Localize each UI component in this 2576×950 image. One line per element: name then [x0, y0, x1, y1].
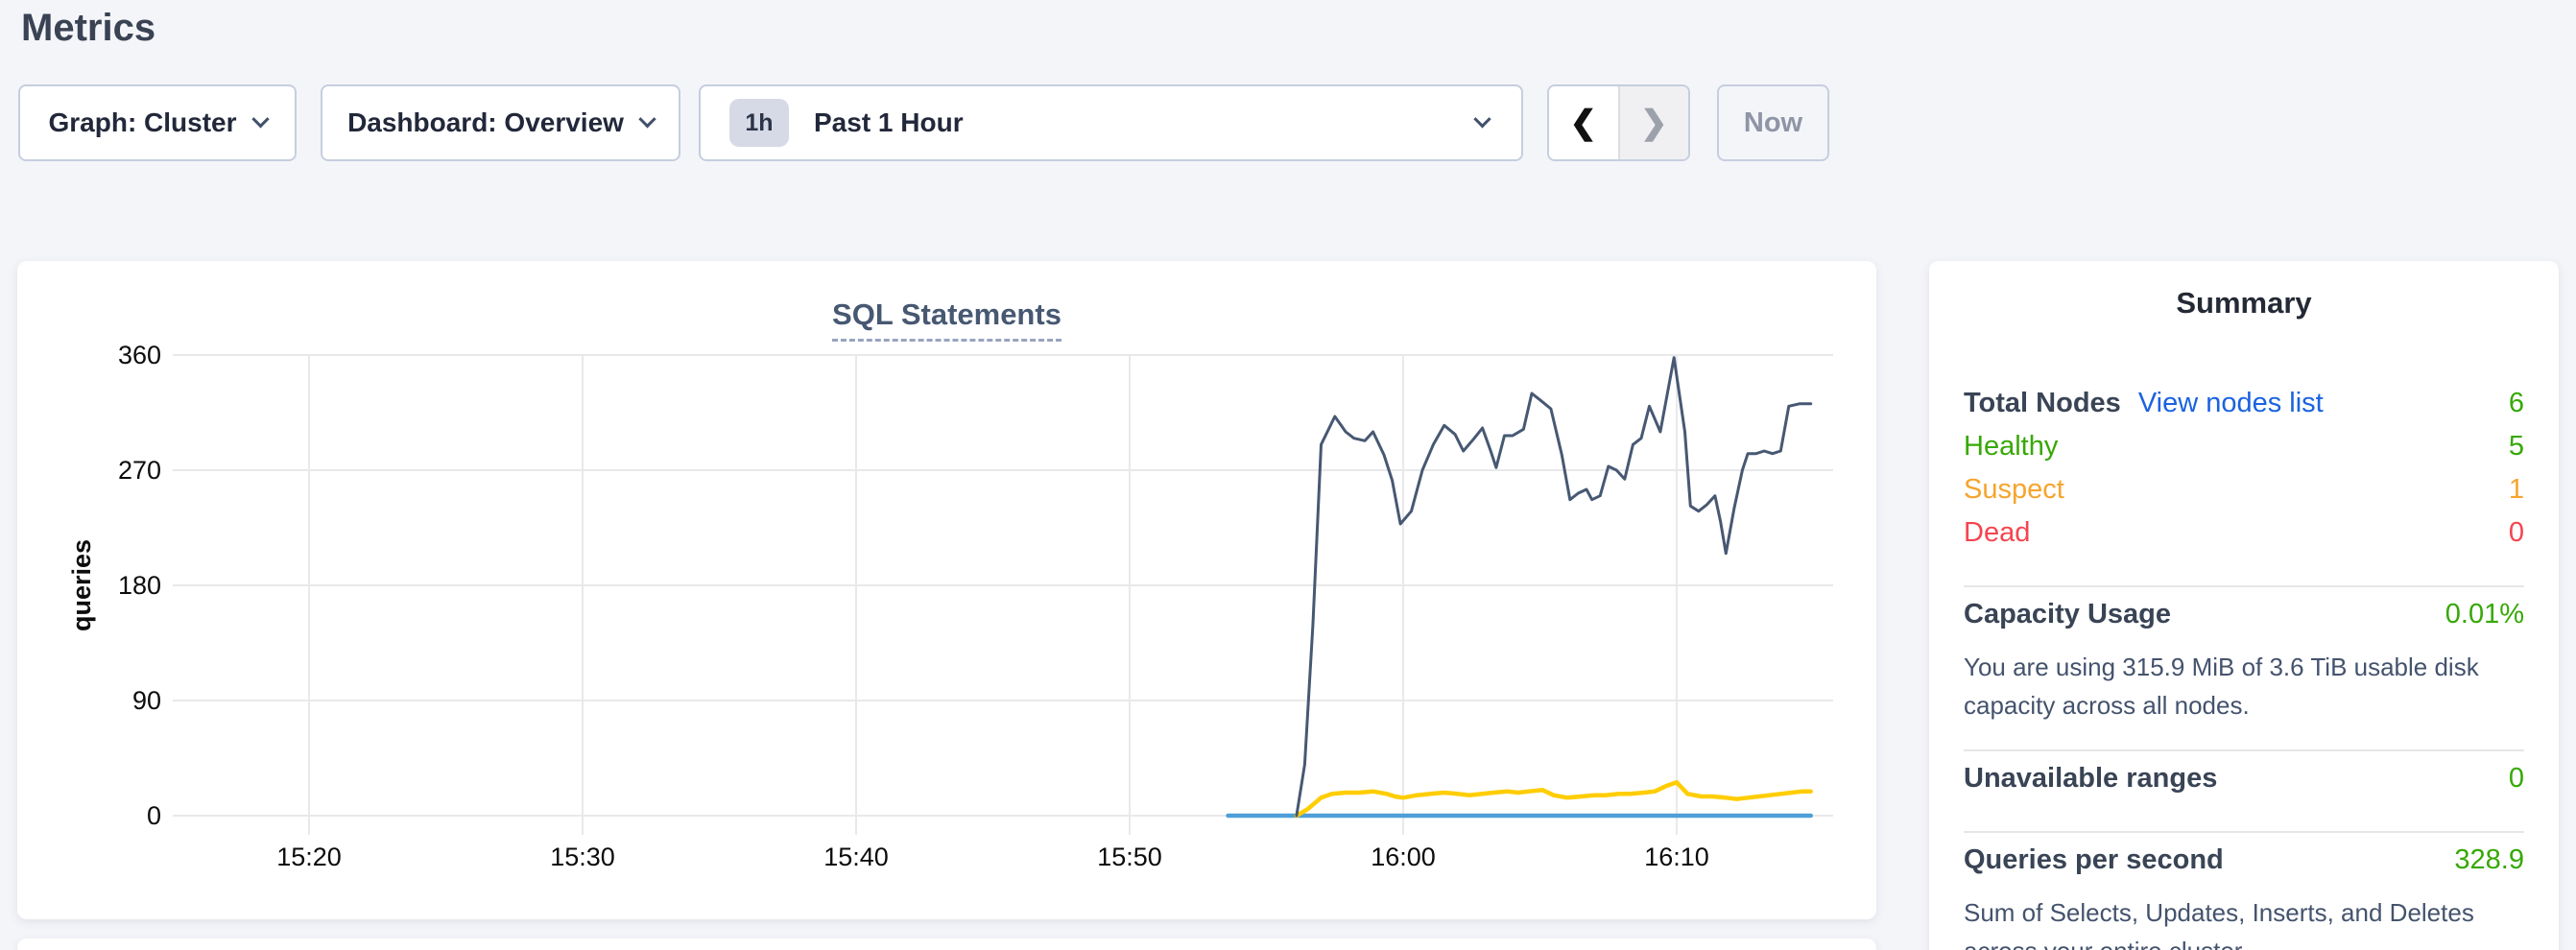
divider	[1964, 749, 2524, 751]
page-title: Metrics	[21, 0, 155, 56]
time-range-dropdown[interactable]: 1h Past 1 Hour	[699, 84, 1523, 161]
x-tick-label: 15:50	[1097, 843, 1162, 871]
capacity-usage-value: 0.01%	[2445, 599, 2524, 630]
node-status-label: Suspect	[1964, 474, 2064, 506]
x-tick-label: 15:40	[823, 843, 889, 871]
time-step-button-group: ❮ ❯	[1547, 84, 1690, 161]
series-yellow-line	[1297, 782, 1811, 816]
sql-statements-chart: 0 90 180 270 360 15:20 15:30 15:40 15:50 16:00 16:…	[17, 261, 1876, 919]
node-status-rows: Healthy 5 Suspect 1 Dead 0	[1964, 431, 2524, 560]
x-tick-label: 15:30	[550, 843, 615, 871]
queries-per-second-row: Queries per second 328.9	[1964, 844, 2524, 888]
next-chart-card	[17, 938, 1876, 950]
prev-time-button[interactable]: ❮	[1549, 86, 1618, 159]
divider	[1964, 831, 2524, 833]
series-navy-line	[1297, 358, 1811, 816]
time-range-badge: 1h	[729, 99, 789, 147]
y-tick-label: 0	[147, 801, 161, 830]
node-status-row: Dead 0	[1964, 517, 2524, 560]
total-nodes-label: Total Nodes	[1964, 388, 2121, 419]
node-status-label: Healthy	[1964, 431, 2058, 463]
time-range-label: Past 1 Hour	[814, 107, 964, 138]
unavailable-ranges-row: Unavailable ranges 0	[1964, 763, 2524, 806]
sql-statements-chart-card: 0 90 180 270 360 15:20 15:30 15:40 15:50 16:00 16:…	[17, 261, 1876, 919]
now-button[interactable]: Now	[1717, 84, 1829, 161]
divider	[1964, 585, 2524, 587]
x-tick-label: 16:10	[1644, 843, 1709, 871]
dashboard-dropdown-label: Dashboard: Overview	[347, 107, 624, 138]
x-tick-label: 16:00	[1371, 843, 1436, 871]
graph-dropdown[interactable]: Graph: Cluster	[18, 84, 297, 161]
node-status-value: 5	[2509, 431, 2524, 463]
capacity-usage-description: You are using 315.9 MiB of 3.6 TiB usabl…	[1964, 648, 2524, 724]
unavailable-ranges-label: Unavailable ranges	[1964, 763, 2217, 795]
y-tick-label: 360	[118, 341, 161, 369]
chevron-left-icon: ❮	[1570, 104, 1598, 142]
chart-title-wrap: SQL Statements	[17, 297, 1876, 342]
graph-dropdown-label: Graph: Cluster	[48, 107, 236, 138]
node-status-row: Healthy 5	[1964, 431, 2524, 474]
y-axis-label: queries	[67, 539, 96, 631]
y-tick-label: 270	[118, 456, 161, 485]
total-nodes-row: Total Nodes View nodes list 6	[1964, 388, 2524, 431]
chart-title[interactable]: SQL Statements	[832, 297, 1061, 342]
dashboard-dropdown[interactable]: Dashboard: Overview	[321, 84, 680, 161]
x-tick-label: 15:20	[276, 843, 342, 871]
chevron-down-icon	[251, 110, 269, 128]
summary-panel: Summary Total Nodes View nodes list 6 He…	[1929, 261, 2559, 950]
toolbar: Graph: Cluster Dashboard: Overview 1h Pa…	[18, 84, 1829, 161]
chevron-down-icon	[1473, 110, 1491, 128]
node-status-value: 1	[2509, 474, 2524, 506]
total-nodes-value: 6	[2509, 388, 2524, 419]
node-status-label: Dead	[1964, 517, 2030, 549]
y-tick-label: 180	[118, 571, 161, 600]
y-tick-label: 90	[132, 686, 161, 715]
unavailable-ranges-value: 0	[2509, 763, 2524, 795]
queries-per-second-label: Queries per second	[1964, 844, 2224, 876]
chevron-down-icon	[638, 110, 656, 128]
next-time-button[interactable]: ❯	[1618, 86, 1689, 159]
chevron-right-icon: ❯	[1640, 104, 1668, 142]
node-status-value: 0	[2509, 517, 2524, 549]
capacity-usage-row: Capacity Usage 0.01%	[1964, 599, 2524, 642]
node-status-row: Suspect 1	[1964, 474, 2524, 517]
capacity-usage-label: Capacity Usage	[1964, 599, 2171, 630]
queries-per-second-value: 328.9	[2454, 844, 2524, 876]
view-nodes-list-link[interactable]: View nodes list	[2138, 388, 2324, 419]
queries-per-second-description: Sum of Selects, Updates, Inserts, and De…	[1964, 893, 2524, 950]
summary-title: Summary	[1964, 286, 2524, 321]
